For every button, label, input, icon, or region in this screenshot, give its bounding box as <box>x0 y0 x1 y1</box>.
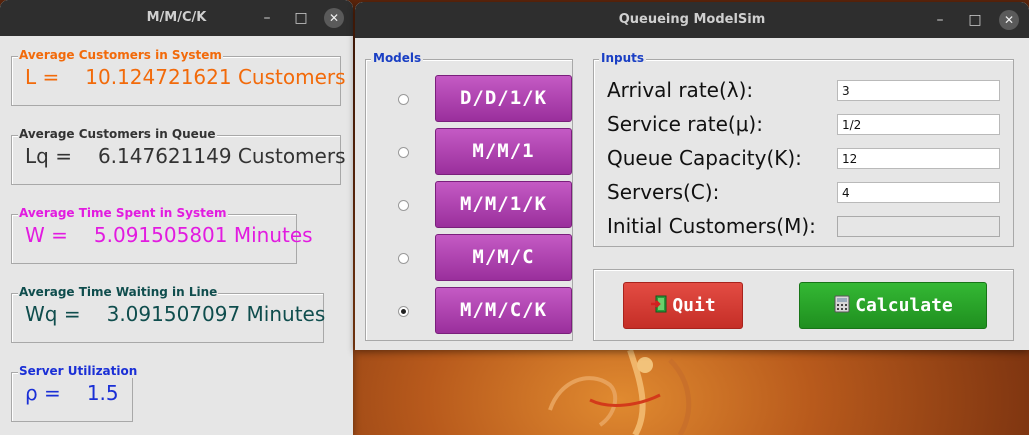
close-icon[interactable]: ✕ <box>324 8 344 28</box>
maximize-icon[interactable]: □ <box>965 10 985 30</box>
radio-model-mmck[interactable] <box>398 306 409 317</box>
maximize-icon[interactable]: □ <box>291 8 311 28</box>
minimize-icon[interactable]: – <box>930 10 950 30</box>
result-value-line: Wq = 3.091507097 Minutes <box>25 302 325 326</box>
initial-customers-input <box>837 216 1000 237</box>
result-avg-customers-queue: Average Customers in Queue Lq = 6.1476211… <box>11 127 345 185</box>
main-window-titlebar[interactable]: Queueing ModelSim – □ ✕ <box>355 2 1029 38</box>
result-symbol: Lq = <box>25 144 72 168</box>
wallpaper-artwork <box>548 349 692 435</box>
result-legend: Average Customers in Queue <box>18 127 217 141</box>
result-legend: Average Time Spent in System <box>18 206 228 220</box>
service-rate-input[interactable] <box>837 114 1000 135</box>
result-server-utilization: Server Utilization ρ = 1.5 <box>11 364 139 422</box>
result-legend: Average Time Waiting in Line <box>18 285 219 299</box>
radio-model-mm1k[interactable] <box>398 200 409 211</box>
model-button-mm1[interactable]: M/M/1 <box>435 128 572 175</box>
calculate-button[interactable]: Calculate <box>799 282 987 329</box>
result-value-line: W = 5.091505801 Minutes <box>25 223 313 247</box>
result-avg-time-waiting: Average Time Waiting in Line Wq = 3.09150… <box>11 285 325 343</box>
main-window: Queueing ModelSim – □ ✕ Models D/D/1/K M… <box>355 2 1029 350</box>
result-value-line: ρ = 1.5 <box>25 381 119 405</box>
result-avg-time-system: Average Time Spent in System W = 5.091505… <box>11 206 313 264</box>
result-value-line: Lq = 6.147621149 Customers <box>25 144 345 168</box>
model-button-mmc[interactable]: M/M/C <box>435 234 572 281</box>
models-group: Models D/D/1/K M/M/1 M/M/1/K M/M/C M/M/C… <box>365 51 573 341</box>
results-window: M/M/C/K – □ ✕ Average Customers in Syste… <box>0 0 353 435</box>
close-icon[interactable]: ✕ <box>999 10 1019 30</box>
queue-capacity-input[interactable] <box>837 148 1000 169</box>
result-value: 3.091507097 Minutes <box>106 302 326 326</box>
result-symbol: L = <box>25 65 60 89</box>
result-legend: Server Utilization <box>18 364 139 378</box>
calculator-icon <box>834 295 850 313</box>
arrival-rate-input[interactable] <box>837 80 1000 101</box>
result-value: 10.124721621 Customers <box>85 65 346 89</box>
result-value-line: L = 10.124721621 Customers <box>25 65 346 89</box>
initial-customers-label: Initial Customers(M): <box>607 214 816 238</box>
service-rate-label: Service rate(μ): <box>607 112 763 136</box>
results-window-titlebar[interactable]: M/M/C/K – □ ✕ <box>0 0 353 36</box>
servers-input[interactable] <box>837 182 1000 203</box>
result-value: 5.091505801 Minutes <box>93 223 313 247</box>
model-button-mm1k[interactable]: M/M/1/K <box>435 181 572 228</box>
result-value: 1.5 <box>86 381 119 405</box>
result-value: 6.147621149 Customers <box>97 144 346 168</box>
radio-model-mm1[interactable] <box>398 147 409 158</box>
quit-button[interactable]: Quit <box>623 282 743 329</box>
result-symbol: W = <box>25 223 68 247</box>
result-symbol: Wq = <box>25 302 81 326</box>
model-button-dd1k[interactable]: D/D/1/K <box>435 75 572 122</box>
exit-icon <box>651 295 667 313</box>
servers-label: Servers(C): <box>607 180 720 204</box>
calculate-label: Calculate <box>855 295 953 316</box>
result-symbol: ρ = <box>25 381 61 405</box>
radio-model-dd1k[interactable] <box>398 94 409 105</box>
radio-model-mmc[interactable] <box>398 253 409 264</box>
result-avg-customers-system: Average Customers in System L = 10.124721… <box>11 48 346 106</box>
arrival-rate-label: Arrival rate(λ): <box>607 78 754 102</box>
minimize-icon[interactable]: – <box>257 8 277 28</box>
models-legend: Models <box>371 51 424 65</box>
inputs-legend: Inputs <box>599 51 647 65</box>
result-legend: Average Customers in System <box>18 48 223 62</box>
quit-label: Quit <box>672 295 716 316</box>
queue-capacity-label: Queue Capacity(K): <box>607 146 802 170</box>
model-button-mmck[interactable]: M/M/C/K <box>435 287 572 334</box>
main-window-title: Queueing ModelSim <box>618 12 766 27</box>
